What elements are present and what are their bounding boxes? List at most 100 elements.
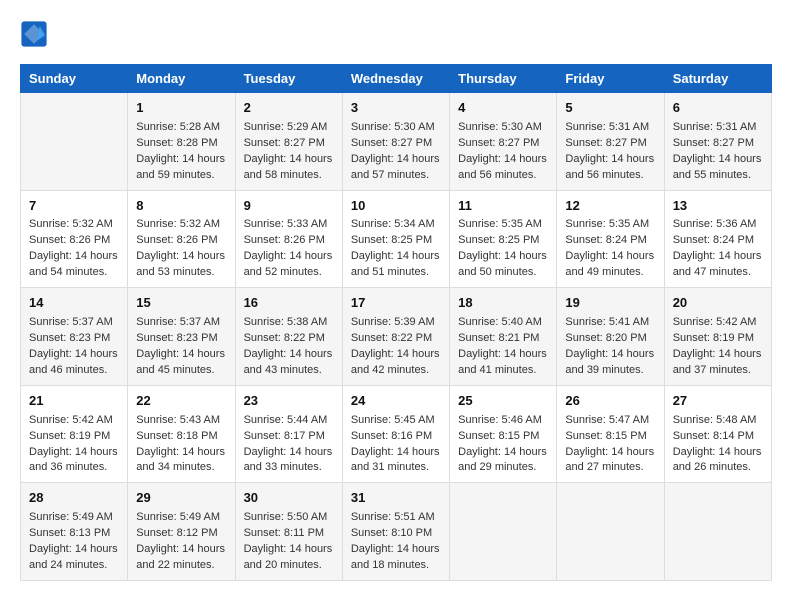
calendar-cell: 8Sunrise: 5:32 AMSunset: 8:26 PMDaylight… xyxy=(128,190,235,288)
day-number: 3 xyxy=(351,99,441,118)
calendar-cell: 10Sunrise: 5:34 AMSunset: 8:25 PMDayligh… xyxy=(342,190,449,288)
sunset-text: Sunset: 8:24 PM xyxy=(565,234,646,246)
daylight-text: Daylight: 14 hours and 37 minutes. xyxy=(673,348,762,376)
sunrise-text: Sunrise: 5:46 AM xyxy=(458,414,542,426)
col-header-tuesday: Tuesday xyxy=(235,65,342,93)
sunrise-text: Sunrise: 5:31 AM xyxy=(673,121,757,133)
sunset-text: Sunset: 8:16 PM xyxy=(351,430,432,442)
day-number: 11 xyxy=(458,197,548,216)
sunrise-text: Sunrise: 5:29 AM xyxy=(244,121,328,133)
calendar-cell: 23Sunrise: 5:44 AMSunset: 8:17 PMDayligh… xyxy=(235,385,342,483)
day-number: 13 xyxy=(673,197,763,216)
day-number: 8 xyxy=(136,197,226,216)
day-number: 23 xyxy=(244,392,334,411)
calendar-cell: 30Sunrise: 5:50 AMSunset: 8:11 PMDayligh… xyxy=(235,483,342,581)
calendar-cell: 28Sunrise: 5:49 AMSunset: 8:13 PMDayligh… xyxy=(21,483,128,581)
calendar-cell: 1Sunrise: 5:28 AMSunset: 8:28 PMDaylight… xyxy=(128,93,235,191)
col-header-monday: Monday xyxy=(128,65,235,93)
logo-icon xyxy=(20,20,48,48)
calendar-week-row: 14 Sunrise: 5:37 AM Sunset: 8:23 PM Dayligh… xyxy=(21,288,772,386)
day-number: 31 xyxy=(351,489,441,508)
calendar-cell: 27Sunrise: 5:48 AMSunset: 8:14 PMDayligh… xyxy=(664,385,771,483)
sunset-text: Sunset: 8:21 PM xyxy=(458,332,539,344)
daylight-text: Daylight: 14 hours and 54 minutes. xyxy=(29,250,118,278)
calendar-week-row: 28 Sunrise: 5:49 AM Sunset: 8:13 PM Dayligh… xyxy=(21,483,772,581)
calendar-cell: 5 Sunrise: 5:31 AM Sunset: 8:27 PM Daylight… xyxy=(557,93,664,191)
sunrise-text: Sunrise: 5:44 AM xyxy=(244,414,328,426)
daylight-text: Daylight: 14 hours and 57 minutes. xyxy=(351,153,440,181)
sunset-text: Sunset: 8:27 PM xyxy=(673,137,754,149)
sunrise-text: Sunrise: 5:39 AM xyxy=(351,316,435,328)
sunrise-text: Sunrise: 5:45 AM xyxy=(351,414,435,426)
daylight-text: Daylight: 14 hours and 34 minutes. xyxy=(136,446,225,474)
sunrise-text: Sunrise: 5:33 AM xyxy=(244,218,328,230)
sunset-text: Sunset: 8:13 PM xyxy=(29,527,110,539)
calendar-cell: 12 Sunrise: 5:35 AM Sunset: 8:24 PM Dayligh… xyxy=(557,190,664,288)
day-number: 9 xyxy=(244,197,334,216)
daylight-text: Daylight: 14 hours and 49 minutes. xyxy=(565,250,654,278)
sunset-text: Sunset: 8:22 PM xyxy=(351,332,432,344)
daylight-text: Daylight: 14 hours and 56 minutes. xyxy=(565,153,654,181)
sunrise-text: Sunrise: 5:49 AM xyxy=(136,511,220,523)
daylight-text: Daylight: 14 hours and 42 minutes. xyxy=(351,348,440,376)
sunset-text: Sunset: 8:12 PM xyxy=(136,527,217,539)
day-number: 16 xyxy=(244,294,334,313)
sunrise-text: Sunrise: 5:35 AM xyxy=(565,218,649,230)
calendar-cell: 14 Sunrise: 5:37 AM Sunset: 8:23 PM Dayligh… xyxy=(21,288,128,386)
col-header-sunday: Sunday xyxy=(21,65,128,93)
daylight-text: Daylight: 14 hours and 59 minutes. xyxy=(136,153,225,181)
logo xyxy=(20,20,52,48)
day-number: 12 xyxy=(565,197,655,216)
day-number: 6 xyxy=(673,99,763,118)
daylight-text: Daylight: 14 hours and 27 minutes. xyxy=(565,446,654,474)
daylight-text: Daylight: 14 hours and 20 minutes. xyxy=(244,543,333,571)
daylight-text: Daylight: 14 hours and 58 minutes. xyxy=(244,153,333,181)
sunrise-text: Sunrise: 5:42 AM xyxy=(29,414,113,426)
daylight-text: Daylight: 14 hours and 41 minutes. xyxy=(458,348,547,376)
sunset-text: Sunset: 8:23 PM xyxy=(136,332,217,344)
sunrise-text: Sunrise: 5:36 AM xyxy=(673,218,757,230)
calendar-cell: 13Sunrise: 5:36 AMSunset: 8:24 PMDayligh… xyxy=(664,190,771,288)
daylight-text: Daylight: 14 hours and 46 minutes. xyxy=(29,348,118,376)
sunset-text: Sunset: 8:24 PM xyxy=(673,234,754,246)
sunset-text: Sunset: 8:15 PM xyxy=(565,430,646,442)
sunrise-text: Sunrise: 5:30 AM xyxy=(458,121,542,133)
sunset-text: Sunset: 8:25 PM xyxy=(351,234,432,246)
day-number: 15 xyxy=(136,294,226,313)
sunset-text: Sunset: 8:19 PM xyxy=(29,430,110,442)
day-number: 28 xyxy=(29,489,119,508)
calendar-cell: 17Sunrise: 5:39 AMSunset: 8:22 PMDayligh… xyxy=(342,288,449,386)
calendar-cell: 7Sunrise: 5:32 AMSunset: 8:26 PMDaylight… xyxy=(21,190,128,288)
sunrise-text: Sunrise: 5:37 AM xyxy=(29,316,113,328)
sunrise-text: Sunrise: 5:28 AM xyxy=(136,121,220,133)
day-number: 10 xyxy=(351,197,441,216)
sunset-text: Sunset: 8:19 PM xyxy=(673,332,754,344)
sunset-text: Sunset: 8:27 PM xyxy=(351,137,432,149)
sunset-text: Sunset: 8:22 PM xyxy=(244,332,325,344)
sunrise-text: Sunrise: 5:35 AM xyxy=(458,218,542,230)
sunrise-text: Sunrise: 5:31 AM xyxy=(565,121,649,133)
calendar-cell: 29Sunrise: 5:49 AMSunset: 8:12 PMDayligh… xyxy=(128,483,235,581)
sunset-text: Sunset: 8:10 PM xyxy=(351,527,432,539)
calendar-cell: 2Sunrise: 5:29 AMSunset: 8:27 PMDaylight… xyxy=(235,93,342,191)
day-number: 5 xyxy=(565,99,655,118)
sunset-text: Sunset: 8:23 PM xyxy=(29,332,110,344)
sunset-text: Sunset: 8:26 PM xyxy=(244,234,325,246)
sunrise-text: Sunrise: 5:30 AM xyxy=(351,121,435,133)
sunset-text: Sunset: 8:28 PM xyxy=(136,137,217,149)
sunset-text: Sunset: 8:26 PM xyxy=(29,234,110,246)
day-number: 14 xyxy=(29,294,119,313)
sunrise-text: Sunrise: 5:32 AM xyxy=(29,218,113,230)
sunset-text: Sunset: 8:26 PM xyxy=(136,234,217,246)
col-header-thursday: Thursday xyxy=(450,65,557,93)
calendar-cell: 11Sunrise: 5:35 AMSunset: 8:25 PMDayligh… xyxy=(450,190,557,288)
page-header xyxy=(20,20,772,48)
daylight-text: Daylight: 14 hours and 53 minutes. xyxy=(136,250,225,278)
daylight-text: Daylight: 14 hours and 39 minutes. xyxy=(565,348,654,376)
sunset-text: Sunset: 8:25 PM xyxy=(458,234,539,246)
sunset-text: Sunset: 8:14 PM xyxy=(673,430,754,442)
calendar-cell xyxy=(557,483,664,581)
sunset-text: Sunset: 8:27 PM xyxy=(565,137,646,149)
sunset-text: Sunset: 8:18 PM xyxy=(136,430,217,442)
calendar-cell: 26Sunrise: 5:47 AMSunset: 8:15 PMDayligh… xyxy=(557,385,664,483)
